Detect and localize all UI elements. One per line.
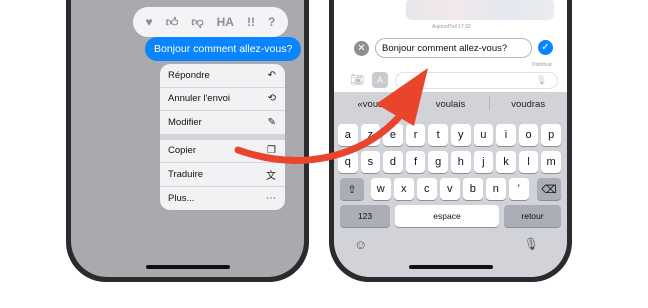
pencil-icon: ✎ [267,116,276,128]
return-key[interactable]: retour [504,205,561,227]
key-l[interactable]: l [518,151,539,173]
suggestion-bar: «vous» voulais voudras [334,92,567,116]
key-d[interactable]: d [383,151,403,173]
key-z[interactable]: z [360,124,381,146]
right-phone: Aujourd'hui 17:32 ✕ Bonjour comment alle… [326,0,575,285]
heart-icon[interactable]: ♥ [146,15,153,29]
menu-item-label: Annuler l'envoi [168,93,231,105]
keyboard: «vous» voulais voudras azertyuiop qsdfgh… [334,92,567,277]
key-i[interactable]: i [496,124,516,146]
menu-item-translate[interactable]: Traduire 文 [160,163,285,187]
home-indicator[interactable] [145,265,230,269]
key-u[interactable]: u [473,124,494,146]
menu-item-copy[interactable]: Copier ❐ [160,140,285,163]
key-c[interactable]: c [417,178,437,200]
thumbs-down-icon[interactable]: 👎︎ [191,15,203,30]
thumbs-up-icon[interactable]: 👍︎ [166,15,179,30]
camera-icon[interactable]: 📷︎ [350,73,364,86]
key-j[interactable]: j [473,151,494,173]
keyboard-bottom-bar: ☺ 🎙︎ [334,237,567,257]
translate-icon: 文 [266,170,276,182]
key-n[interactable]: n [486,178,506,200]
emoji-icon[interactable]: ☺ [354,237,367,252]
menu-item-label: Plus... [168,192,195,204]
more-icon: ⋯ [266,192,276,204]
key-t[interactable]: t [428,124,448,146]
key-row-4: 123 espace retour [334,205,567,227]
copy-icon: ❐ [267,145,276,157]
key-f[interactable]: f [405,151,426,173]
context-menu: Répondre ↶ Annuler l'envoi ⟲ Modifier ✎ … [160,64,285,210]
app-store-icon[interactable]: A [372,72,388,88]
compose-input[interactable]: 🎙︎ [395,72,558,89]
key-row-3: ⇧ ⌫ w x c v b n’ [334,178,567,200]
key-row-1: azertyuiop [334,124,567,146]
key-b[interactable]: b [463,178,483,200]
key-s[interactable]: s [360,151,381,173]
right-screen: Aujourd'hui 17:32 ✕ Bonjour comment alle… [334,0,567,277]
menu-item-label: Modifier [168,116,202,128]
key-e[interactable]: e [383,124,403,146]
menu-item-edit[interactable]: Modifier ✎ [160,111,285,135]
space-key[interactable]: espace [395,205,499,227]
menu-item-label: Copier [168,145,196,157]
tapback-bar: ♥ 👍︎ 👎︎ HA !! ? [133,7,288,37]
key-w[interactable]: w [371,178,391,200]
key-o[interactable]: o [518,124,539,146]
suggestion-item[interactable]: voulais [411,95,490,110]
blurred-message [406,0,554,20]
menu-item-undo-send[interactable]: Annuler l'envoi ⟲ [160,88,285,111]
key-apostrophe[interactable]: ’ [509,178,529,200]
key-row-2: qsdfghjklm [334,151,567,173]
menu-item-label: Traduire [168,168,204,180]
timestamp: Aujourd'hui 17:32 [432,24,471,30]
key-h[interactable]: h [451,151,471,173]
shift-key[interactable]: ⇧ [340,178,364,200]
cancel-edit-button[interactable]: ✕ [354,41,369,56]
confirm-edit-button[interactable]: ✓ [538,40,553,55]
key-x[interactable]: x [394,178,414,200]
key-k[interactable]: k [496,151,516,173]
key-g[interactable]: g [428,151,448,173]
edit-message-field[interactable]: Bonjour comment allez-vous? [375,38,532,58]
menu-item-reply[interactable]: Répondre ↶ [160,64,285,88]
key-p[interactable]: p [541,124,561,146]
microphone-icon[interactable]: 🎙︎ [524,237,539,251]
tutorial-illustration: ♥ 👍︎ 👎︎ HA !! ? Bonjour comment allez-vo… [0,0,648,308]
left-phone: ♥ 👍︎ 👎︎ HA !! ? Bonjour comment allez-vo… [63,0,312,285]
key-r[interactable]: r [405,124,426,146]
left-screen: ♥ 👍︎ 👎︎ HA !! ? Bonjour comment allez-vo… [71,0,304,277]
haha-icon[interactable]: HA [217,15,234,29]
menu-item-label: Répondre [168,69,210,81]
numbers-key[interactable]: 123 [340,205,390,227]
delivered-status: Distribué [532,62,552,68]
compose-bar: 📷︎ A 🎙︎ [348,72,563,90]
key-m[interactable]: m [541,151,561,173]
backspace-key[interactable]: ⌫ [537,178,561,200]
home-indicator[interactable] [408,265,493,269]
suggestion-item[interactable]: voudras [489,95,567,110]
key-q[interactable]: q [338,151,358,173]
key-v[interactable]: v [440,178,460,200]
message-bubble[interactable]: Bonjour comment allez-vous? [145,37,302,61]
menu-item-more[interactable]: Plus... ⋯ [160,187,285,211]
key-y[interactable]: y [451,124,471,146]
undo-send-icon: ⟲ [267,93,276,105]
suggestion-item[interactable]: «vous» [334,99,412,110]
dictation-icon[interactable]: 🎙︎ [536,75,547,86]
edit-message-row: ✕ Bonjour comment allez-vous? ✓ [354,38,560,60]
reply-icon: ↶ [267,69,276,81]
exclamation-icon[interactable]: !! [247,15,255,29]
question-icon[interactable]: ? [268,15,275,29]
key-a[interactable]: a [338,124,358,146]
